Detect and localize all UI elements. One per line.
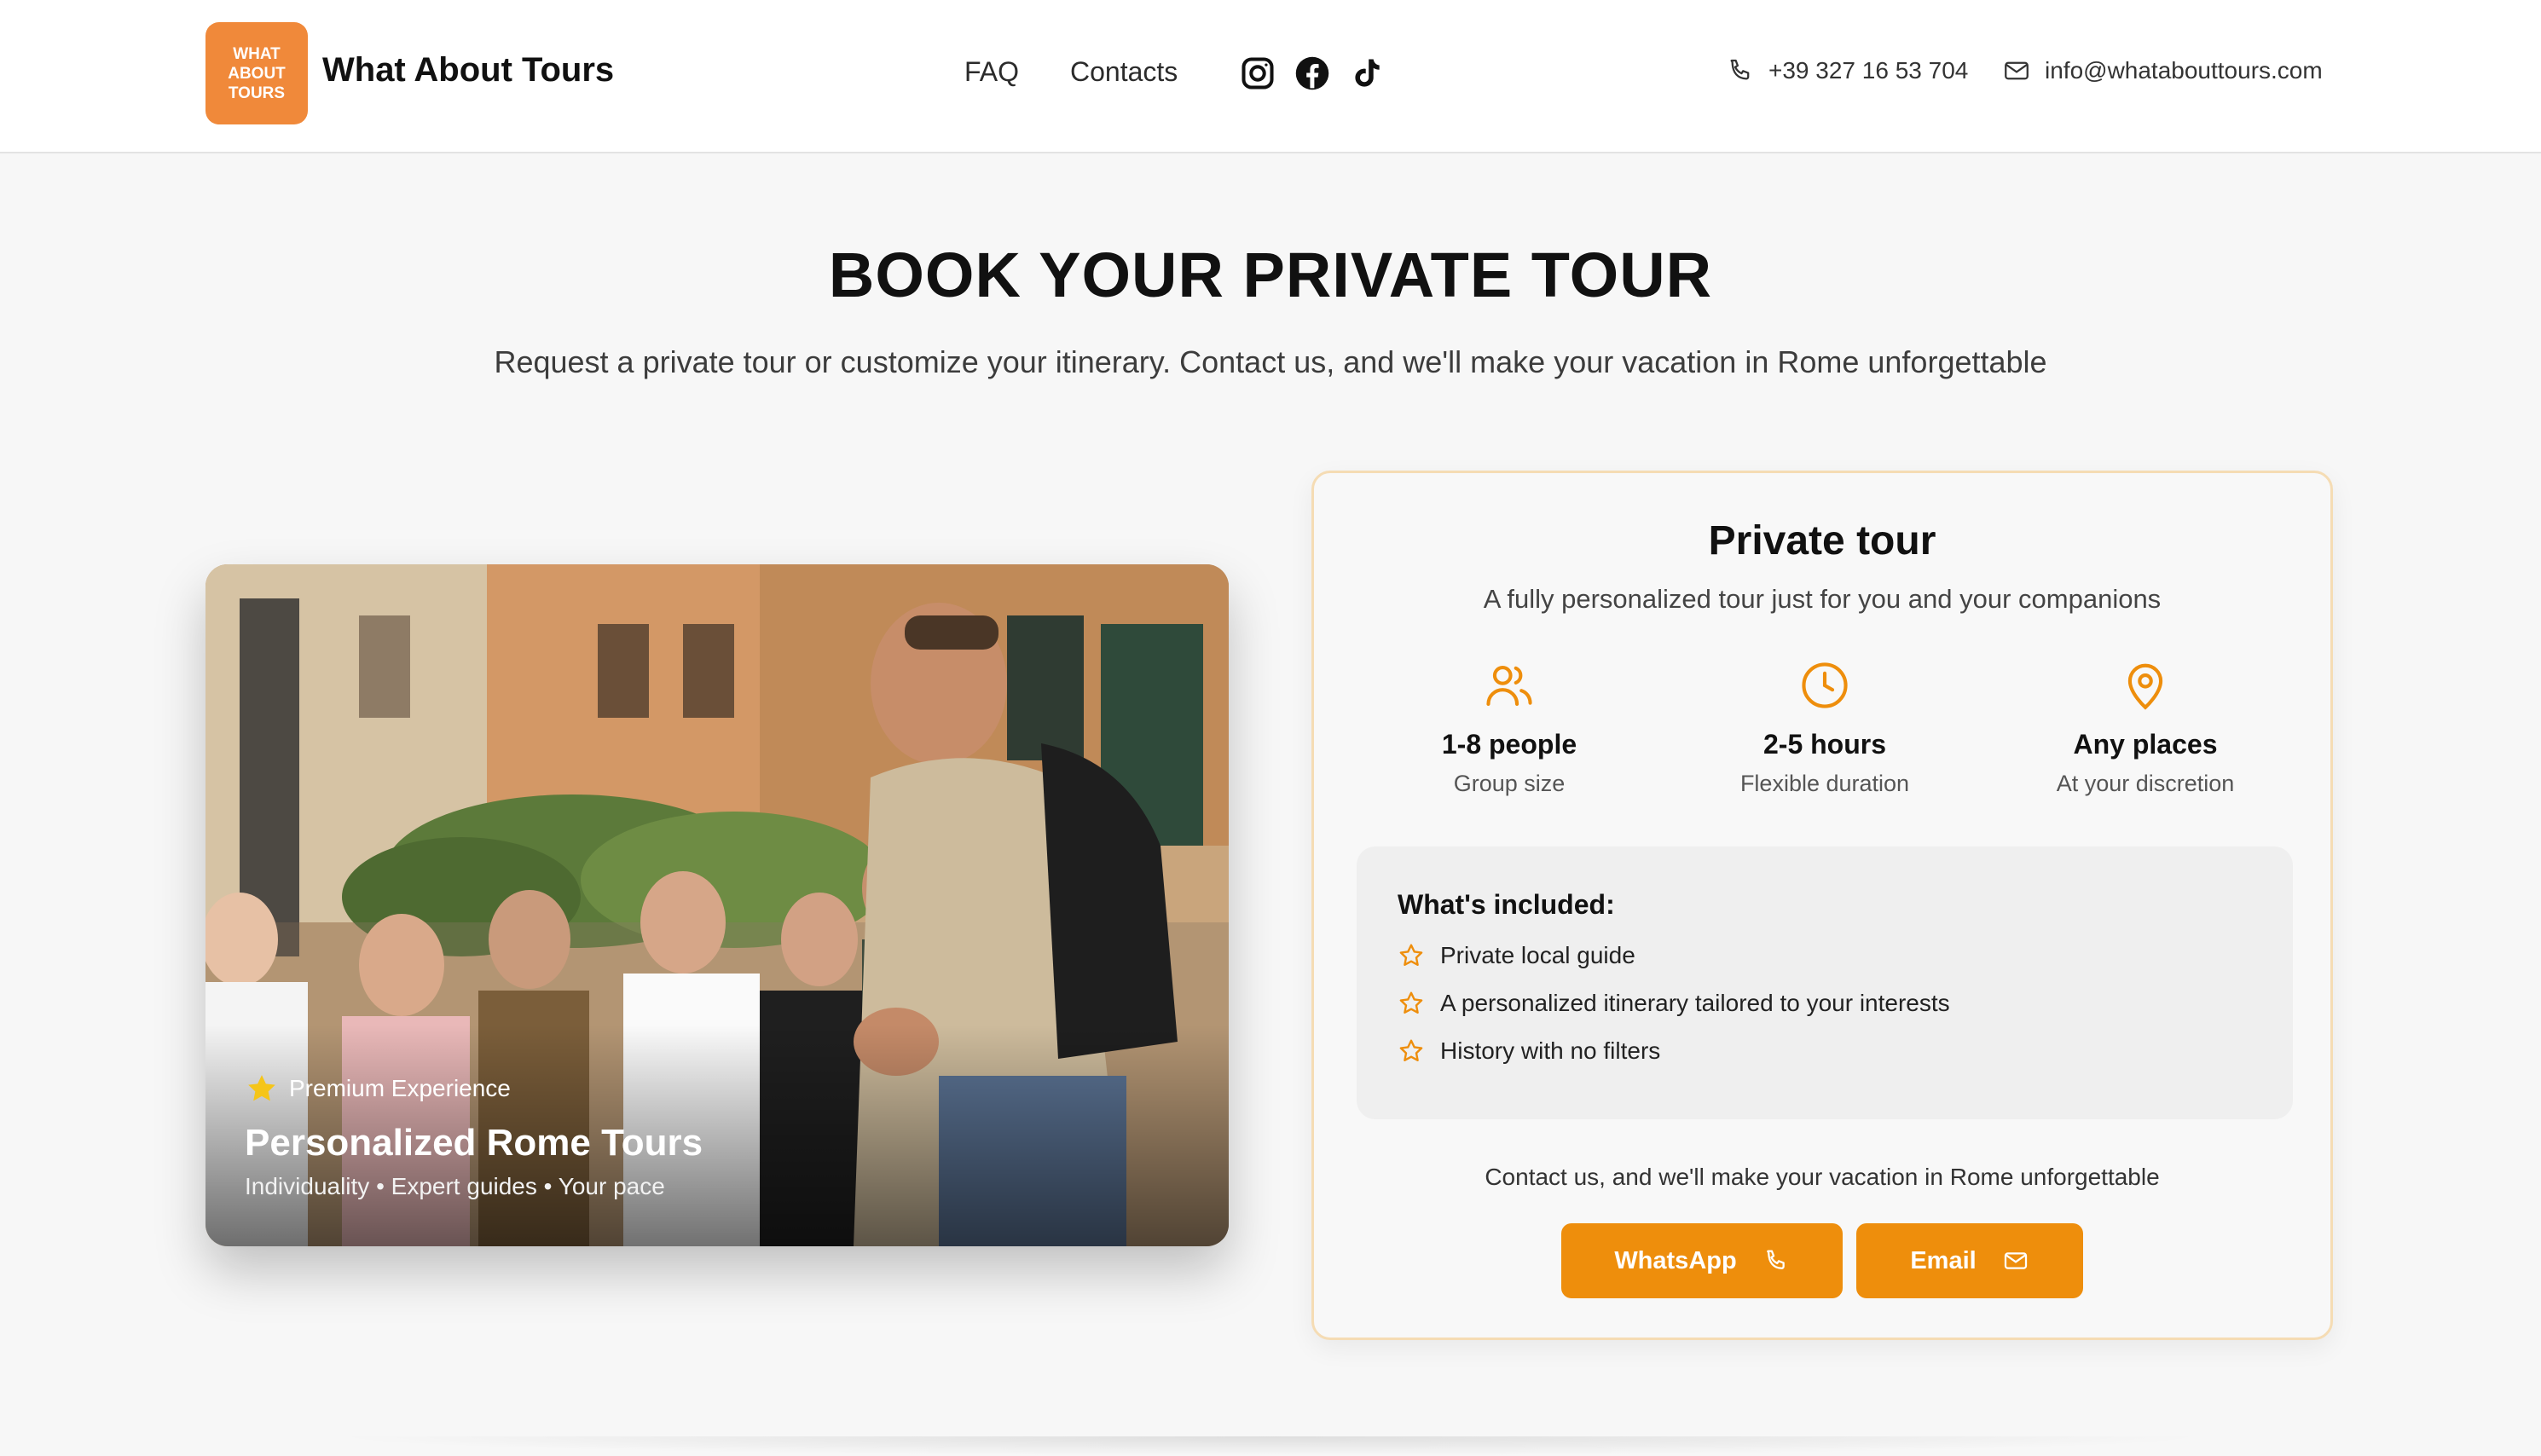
feature-subtitle: Group size	[1453, 771, 1566, 796]
mail-icon	[2004, 1252, 2027, 1269]
whatsapp-button[interactable]: WhatsApp	[1561, 1223, 1843, 1298]
header-phone[interactable]: +39 327 16 53 704	[1726, 56, 1968, 85]
feature-duration: 2-5 hours Flexible duration	[1680, 659, 1970, 797]
star-outline-icon	[1399, 991, 1423, 1014]
star-outline-icon	[1399, 944, 1423, 966]
header-email[interactable]: info@whatabouttours.com	[2002, 56, 2323, 85]
feature-subtitle: Flexible duration	[1739, 771, 1910, 796]
logo[interactable]: WHAT ABOUT TOURS	[205, 22, 308, 124]
private-tour-card: Private tour A fully personalized tour j…	[1311, 471, 2333, 1340]
list-item: A personalized itinerary tailored to you…	[1398, 990, 1950, 1017]
instagram-icon[interactable]	[1239, 55, 1276, 92]
tour-photo-card: Premium Experience Personalized Rome Tou…	[205, 564, 1229, 1246]
email-address: info@whatabouttours.com	[2045, 57, 2323, 84]
premium-badge: Premium Experience	[245, 1072, 511, 1106]
tour-card-title: Private tour	[1708, 518, 1936, 563]
star-outline-icon	[1399, 1039, 1423, 1061]
logo-line: ABOUT	[228, 64, 286, 83]
phone-number: +39 327 16 53 704	[1768, 57, 1969, 84]
included-item-label: History with no filters	[1440, 1037, 1661, 1064]
whatsapp-button-label: WhatsApp	[1614, 1246, 1737, 1274]
tiktok-icon[interactable]	[1348, 55, 1386, 92]
feature-places: Any places At your discretion	[2000, 659, 2290, 797]
brand-name[interactable]: What About Tours	[322, 51, 614, 90]
premium-badge-label: Premium Experience	[289, 1075, 511, 1101]
mail-icon	[2005, 61, 2029, 80]
phone-icon	[1766, 1250, 1785, 1269]
facebook-icon[interactable]	[1294, 55, 1331, 92]
email-button-label: Email	[1910, 1246, 1977, 1274]
included-item-label: Private local guide	[1440, 942, 1635, 968]
included-title: What's included:	[1398, 889, 1615, 920]
star-icon	[248, 1075, 275, 1101]
nav-contacts-link[interactable]: Contacts	[1070, 56, 1178, 88]
photo-card-title: Personalized Rome Tours	[245, 1122, 703, 1164]
map-pin-icon	[2127, 663, 2163, 710]
logo-line: TOURS	[228, 84, 286, 102]
feature-title: Any places	[2073, 729, 2218, 760]
included-section: What's included: Private local guide A p…	[1357, 846, 2293, 1119]
feature-subtitle: At your discretion	[2056, 771, 2235, 796]
users-icon	[1486, 666, 1532, 707]
page-subtitle: Request a private tour or customize your…	[494, 344, 2047, 379]
section-divider-shadow	[324, 1436, 2217, 1456]
clock-icon	[1802, 662, 1848, 708]
included-item-label: A personalized itinerary tailored to you…	[1440, 990, 1950, 1016]
email-button[interactable]: Email	[1856, 1223, 2083, 1298]
feature-title: 2-5 hours	[1762, 729, 1887, 760]
feature-group-size: 1-8 people Group size	[1364, 659, 1654, 797]
logo-line: WHAT	[233, 44, 281, 63]
page-title: BOOK YOUR PRIVATE TOUR	[828, 240, 1713, 310]
feature-title: 1-8 people	[1441, 729, 1577, 760]
tour-card-description: A fully personalized tour just for you a…	[1483, 584, 2162, 614]
photo-card-tags: Individuality • Expert guides • Your pac…	[245, 1173, 665, 1199]
contact-note: Contact us, and we'll make your vacation…	[1485, 1164, 2160, 1190]
nav-faq-link[interactable]: FAQ	[964, 56, 1019, 88]
list-item: History with no filters	[1398, 1037, 1660, 1065]
list-item: Private local guide	[1398, 942, 1635, 969]
site-header: WHAT ABOUT TOURS What About Tours FAQ Co…	[0, 0, 2541, 153]
phone-icon	[1730, 59, 1750, 80]
